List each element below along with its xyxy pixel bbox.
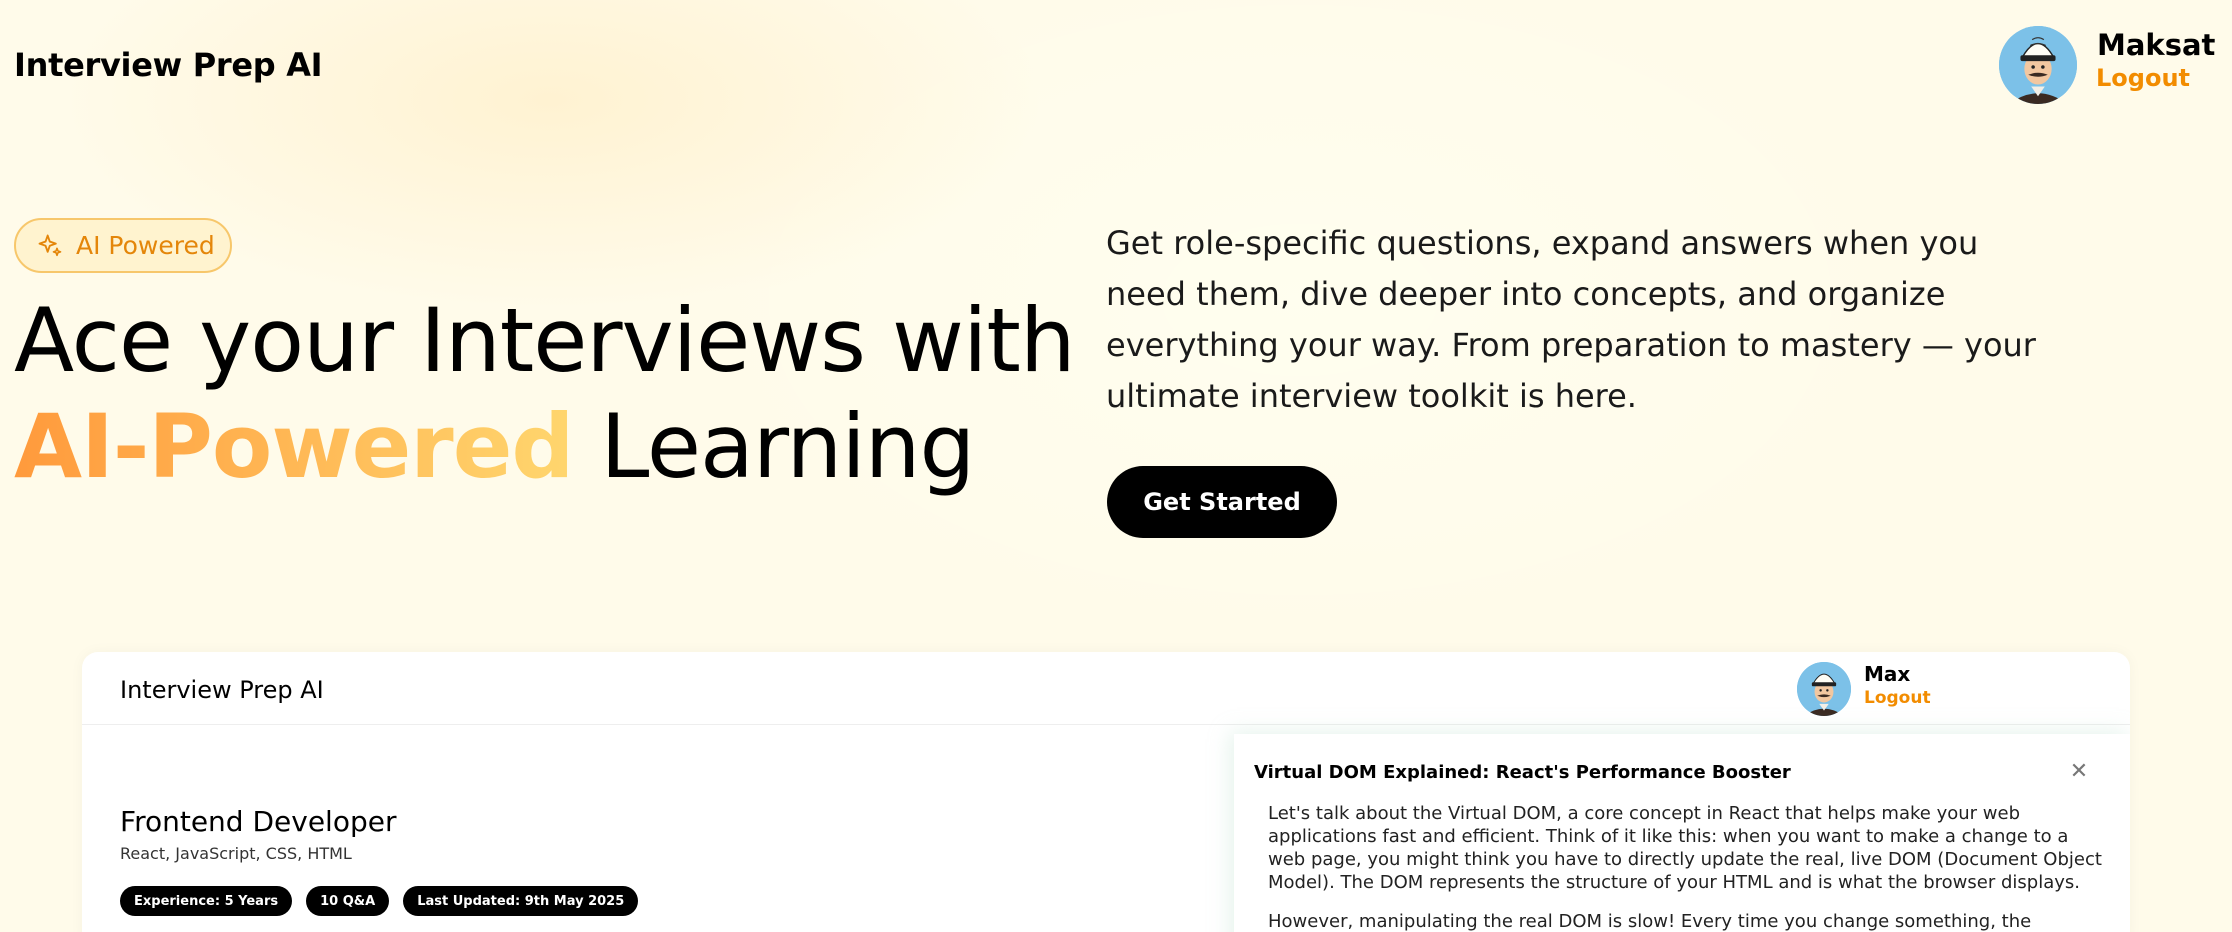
- avatar-illustration: [1999, 26, 2077, 104]
- hero-title-highlight: AI-Powered: [14, 395, 574, 498]
- preview-brand-title[interactable]: Interview Prep AI: [120, 676, 324, 704]
- preview-logout-link[interactable]: Logout: [1864, 688, 1931, 708]
- badge-label: AI Powered: [76, 231, 215, 260]
- preview-avatar-icon[interactable]: [1797, 662, 1851, 716]
- session-role-title: Frontend Developer: [120, 805, 397, 838]
- brand-title[interactable]: Interview Prep AI: [14, 46, 323, 84]
- hero-title-line1: Ace your Interviews with: [14, 289, 1076, 392]
- session-chips: Experience: 5 Years 10 Q&A Last Updated:…: [120, 886, 639, 916]
- top-navbar: Interview Prep AI Maksat Logout: [0, 0, 2232, 130]
- close-icon[interactable]: ✕: [2067, 760, 2091, 784]
- session-skills: React, JavaScript, CSS, HTML: [120, 844, 352, 863]
- app-preview-card: Interview Prep AI Max Logout Frontend De…: [82, 652, 2130, 932]
- hero-title: Ace your Interviews with AI-Powered Lear…: [14, 288, 1076, 500]
- drawer-paragraph: However, manipulating the real DOM is sl…: [1268, 911, 2032, 932]
- user-name: Maksat: [2097, 28, 2216, 62]
- get-started-button[interactable]: Get Started: [1107, 466, 1337, 538]
- preview-navbar: Interview Prep AI Max Logout: [82, 652, 2130, 725]
- ai-powered-badge: AI Powered: [14, 218, 232, 273]
- drawer-title: Virtual DOM Explained: React's Performan…: [1254, 762, 1791, 783]
- avatar-kalpak-man-icon[interactable]: [1999, 26, 2077, 104]
- drawer-paragraph: Let's talk about the Virtual DOM, a core…: [1268, 803, 2102, 893]
- qa-count-chip: 10 Q&A: [306, 886, 390, 916]
- sparkle-icon: [38, 234, 62, 256]
- drawer-body: Let's talk about the Virtual DOM, a core…: [1268, 802, 2108, 932]
- experience-chip: Experience: 5 Years: [120, 886, 293, 916]
- hero-description: Get role-specific questions, expand answ…: [1106, 224, 2036, 415]
- explanation-drawer: Virtual DOM Explained: React's Performan…: [1234, 734, 2130, 932]
- hero-title-rest: Learning: [600, 395, 975, 498]
- preview-user-name: Max: [1864, 662, 1911, 686]
- last-updated-chip: Last Updated: 9th May 2025: [403, 886, 639, 916]
- preview-avatar-illustration: [1797, 662, 1851, 716]
- logout-link[interactable]: Logout: [2096, 64, 2190, 92]
